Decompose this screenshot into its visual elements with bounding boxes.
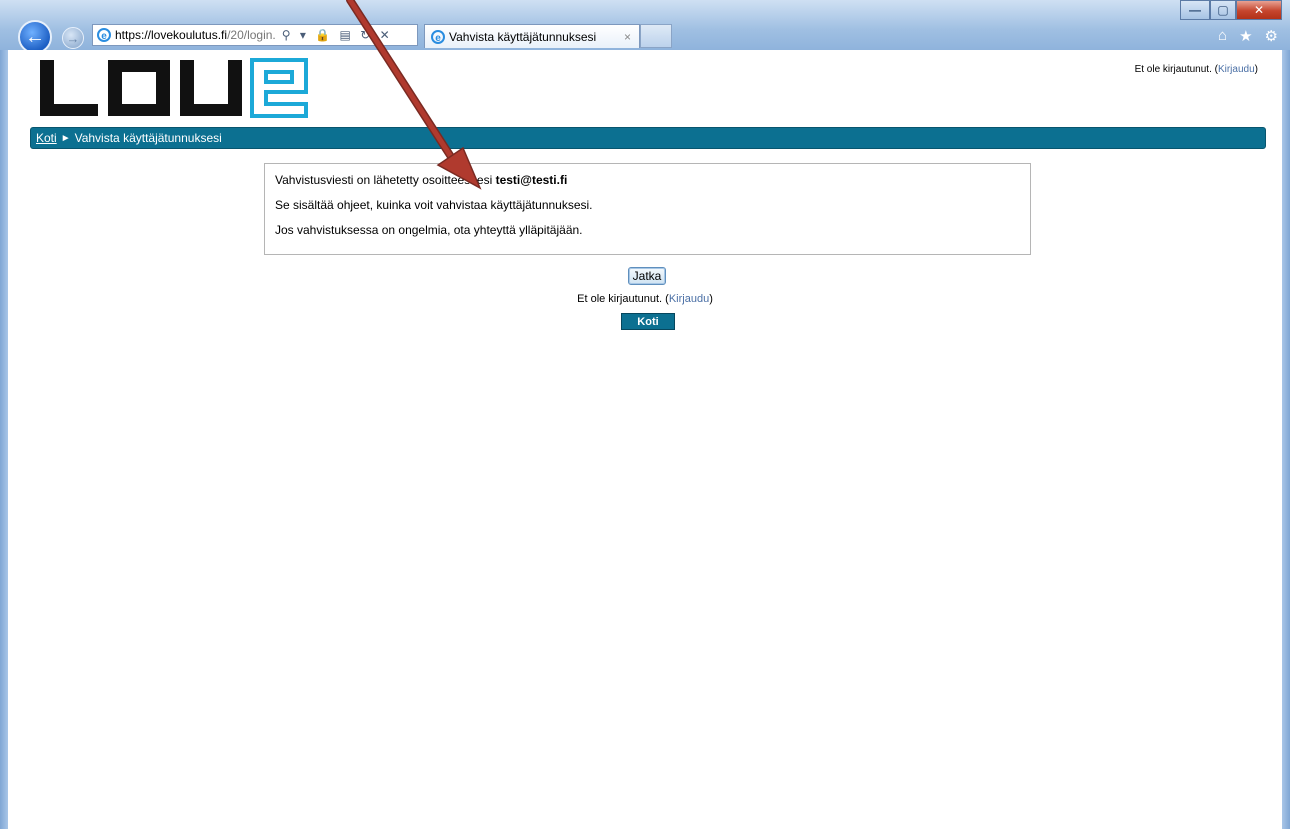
minimize-button[interactable]: — [1180, 0, 1210, 20]
arrow-left-icon: ← [25, 25, 45, 48]
home-icon[interactable]: ⌂ [1218, 27, 1227, 45]
window-controls: — ▢ ✕ [1180, 0, 1282, 20]
address-bar[interactable]: e https://lovekoulutus.fi/20/login. ⚲ ▾ … [92, 24, 418, 46]
arrow-right-icon: → [66, 30, 80, 46]
url-path: /20/login. [227, 28, 276, 42]
login-status-end: ) [1254, 64, 1258, 75]
url-host: https://lovekoulutus.fi [115, 28, 228, 42]
tab-close-icon[interactable]: × [624, 30, 639, 44]
screenshot-frame: ← → e https://lovekoulutus.fi/20/login. … [0, 0, 1290, 829]
ie-logo-icon: e [97, 28, 111, 42]
browser-chrome: ← → e https://lovekoulutus.fi/20/login. … [0, 0, 1290, 54]
browser-toolbar: ⌂ ★ ⚙ [1218, 27, 1278, 45]
email-address: testi@testi.fi [495, 173, 568, 187]
confirmation-message-box: Vahvistusviesti on lähetetty osoitteesee… [264, 163, 1031, 255]
login-status-end: ) [709, 293, 713, 305]
login-status-top: Et ole kirjautunut. (Kirjaudu) [1135, 64, 1258, 75]
message-line-3: Jos vahvistuksessa on ongelmia, ota yhte… [275, 223, 583, 237]
gear-icon[interactable]: ⚙ [1265, 27, 1278, 45]
close-window-button[interactable]: ✕ [1236, 0, 1282, 20]
message-line-1-text: Vahvistusviesti on lähetetty osoitteesee… [275, 173, 496, 187]
page-content: Et ole kirjautunut. (Kirjaudu) Koti ► Va… [8, 50, 1282, 829]
window-border-left [0, 50, 8, 829]
back-button[interactable]: ← [18, 20, 52, 54]
login-link[interactable]: Kirjaudu [1218, 64, 1255, 75]
tab-title: Vahvista käyttäjätunnuksesi [449, 29, 597, 44]
login-status-text: Et ole kirjautunut. ( [577, 293, 669, 305]
login-status-text: Et ole kirjautunut. ( [1134, 64, 1218, 75]
address-bar-icons[interactable]: ⚲ ▾ 🔒 ▤ ↻ ✕ [282, 28, 393, 42]
continue-button[interactable]: Jatka [628, 267, 666, 285]
message-line-2: Se sisältää ohjeet, kuinka voit vahvista… [275, 198, 593, 212]
new-tab-button[interactable] [640, 24, 672, 48]
breadcrumb-current: Vahvista käyttäjätunnuksesi [74, 131, 222, 145]
breadcrumb-separator: ► [60, 132, 71, 144]
love-logo [40, 58, 308, 118]
window-border-right [1282, 50, 1290, 829]
star-icon[interactable]: ★ [1239, 27, 1252, 45]
ie-page-icon: e [431, 29, 445, 44]
login-link[interactable]: Kirjaudu [669, 293, 709, 305]
home-button[interactable]: Koti [621, 313, 675, 330]
forward-button[interactable]: → [62, 27, 84, 49]
login-status-bottom: Et ole kirjautunut. (Kirjaudu) [8, 293, 1282, 305]
breadcrumb: Koti ► Vahvista käyttäjätunnuksesi [30, 127, 1266, 149]
maximize-button[interactable]: ▢ [1210, 0, 1236, 20]
breadcrumb-home-link[interactable]: Koti [36, 131, 57, 145]
tab-active[interactable]: e Vahvista käyttäjätunnuksesi × [424, 24, 640, 48]
message-line-1: Vahvistusviesti on lähetetty osoitteesee… [275, 173, 1020, 188]
